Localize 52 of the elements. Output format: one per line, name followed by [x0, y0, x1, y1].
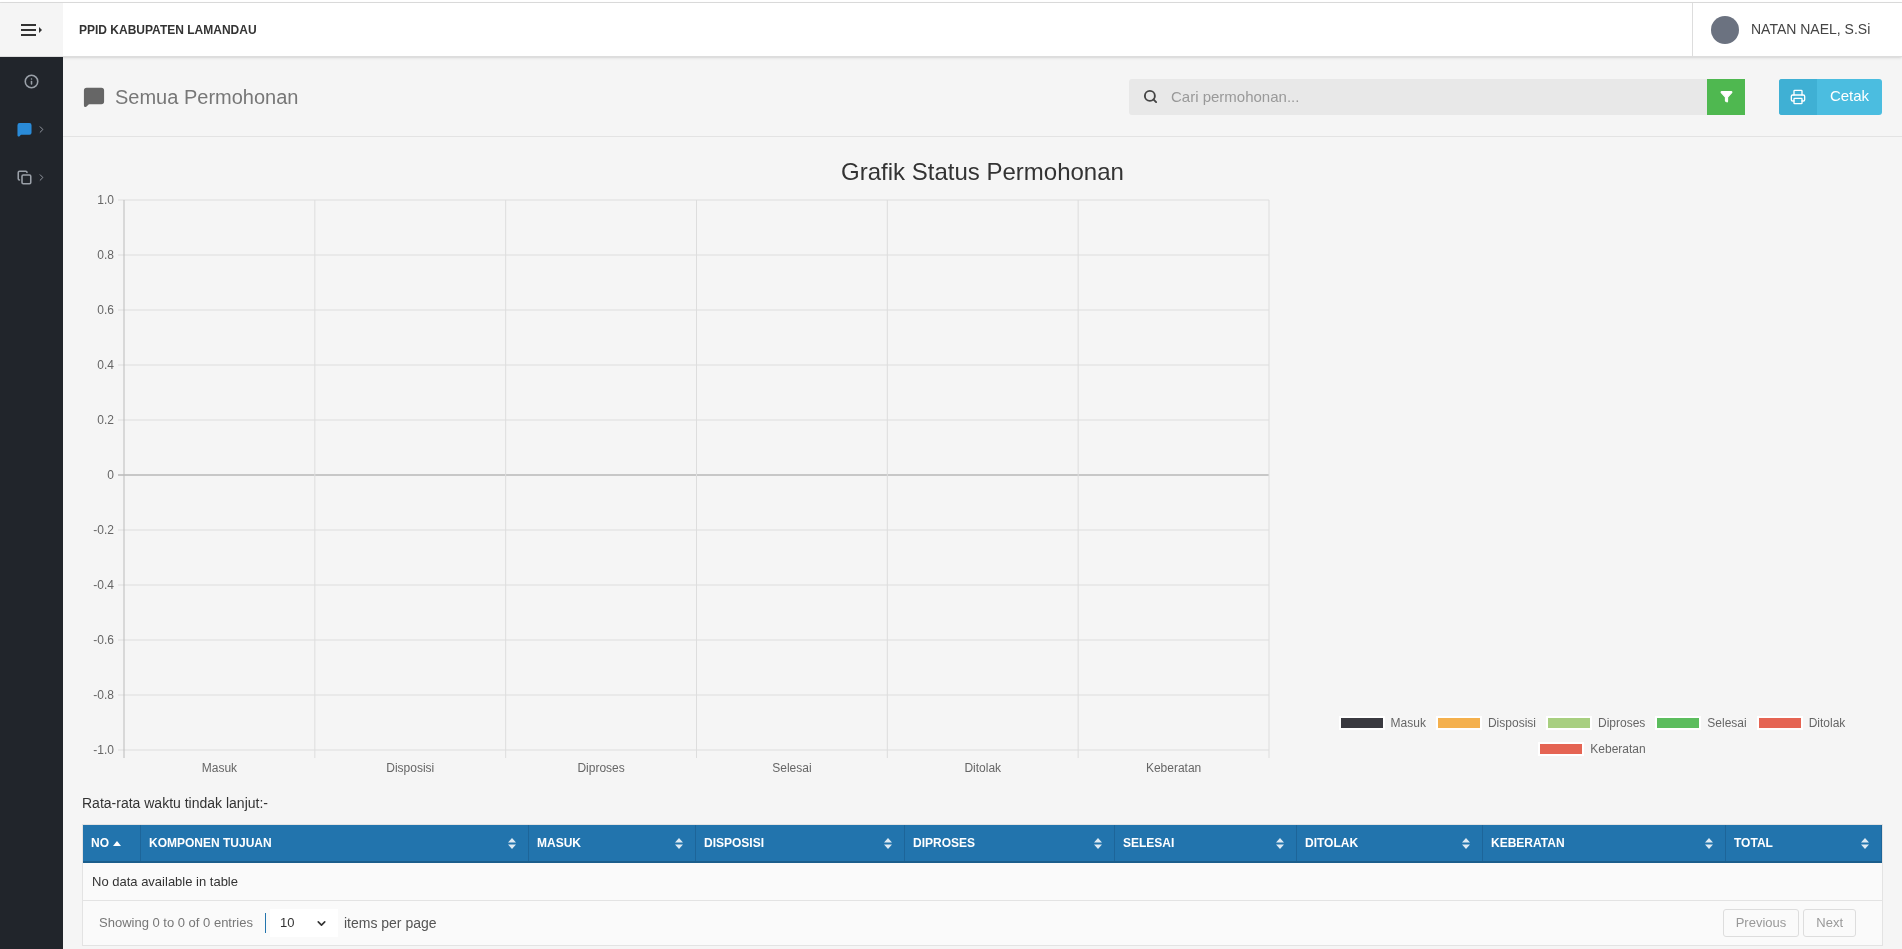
y-axis-tick-label: 1.0 — [97, 193, 114, 207]
menu-icon — [20, 23, 43, 36]
legend-label: Disposisi — [1487, 715, 1536, 732]
column-header[interactable]: TOTAL — [1726, 825, 1882, 861]
y-axis-tick-label: 0 — [107, 468, 114, 482]
empty-table-message: No data available in table — [83, 863, 1882, 901]
y-axis-tick-label: -0.4 — [93, 578, 114, 592]
page-size-select[interactable]: 10 — [269, 909, 338, 937]
x-axis-category-label: Disposisi — [386, 761, 435, 775]
legend-label: Selesai — [1707, 715, 1747, 732]
legend-label: Masuk — [1390, 715, 1426, 732]
column-header[interactable]: DITOLAK — [1297, 825, 1483, 861]
legend-label: Diproses — [1597, 715, 1646, 732]
user-name[interactable]: NATAN NAEL, S.Si — [1751, 19, 1871, 40]
chat-bubbles-icon — [16, 121, 32, 137]
x-axis-category-label: Ditolak — [964, 761, 1002, 775]
printer-icon — [1790, 88, 1806, 105]
y-axis-tick-label: 0.6 — [97, 303, 114, 317]
legend-label: Ditolak — [1808, 715, 1846, 732]
column-header[interactable]: MASUK — [529, 825, 696, 861]
y-axis-tick-label: -0.8 — [93, 688, 114, 702]
x-axis-category-label: Masuk — [201, 761, 238, 775]
x-axis-category-label: Keberatan — [1145, 761, 1202, 775]
brand-title: PPID KABUPATEN LAMANDAU — [79, 21, 257, 39]
copy-icon — [16, 169, 32, 185]
search-icon — [1143, 88, 1158, 104]
column-header[interactable]: NO — [83, 825, 141, 861]
column-header[interactable]: SELESAI — [1115, 825, 1297, 861]
page-size-label: items per page — [343, 913, 437, 933]
x-axis-category-label: Diproses — [577, 761, 625, 775]
info-icon — [24, 73, 39, 89]
column-header[interactable]: KEBERATAN — [1483, 825, 1726, 861]
search-field[interactable]: Cari permohonan... — [1129, 78, 1707, 115]
summary-text: Rata-rata waktu tindak lanjut:- — [82, 794, 269, 813]
x-axis-category-label: Selesai — [772, 761, 812, 775]
sidebar-toggle-button[interactable] — [0, 3, 63, 56]
y-axis-tick-label: -1.0 — [93, 743, 114, 757]
y-axis-tick-label: 0.4 — [97, 358, 114, 372]
y-axis-tick-label: 0.2 — [97, 413, 114, 427]
chart-title: Grafik Status Permohonan — [840, 157, 1125, 187]
entries-info: Showing 0 to 0 of 0 entries — [99, 913, 266, 933]
y-axis-tick-label: 0.8 — [97, 248, 114, 262]
column-header[interactable]: DIPROSES — [905, 825, 1115, 861]
y-axis-tick-label: -0.6 — [93, 633, 114, 647]
y-axis-tick-label: -0.2 — [93, 523, 114, 537]
page-title: Semua Permohonan — [115, 84, 299, 110]
legend-label: Keberatan — [1590, 741, 1646, 758]
column-header[interactable]: KOMPONEN TUJUAN — [141, 825, 529, 861]
chat-bubbles-icon — [83, 85, 105, 108]
filter-icon — [1719, 90, 1733, 103]
filter-button[interactable] — [1707, 78, 1745, 115]
column-header[interactable]: DISPOSISI — [696, 825, 905, 861]
